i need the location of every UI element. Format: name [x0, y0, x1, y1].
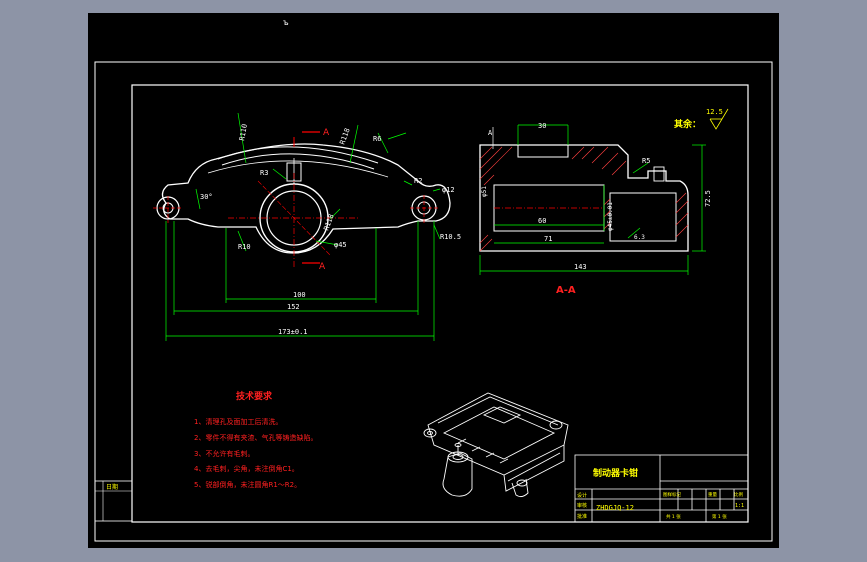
tech-req-item: 2、零件不得有夹渣、气孔等铸造缺陷。	[194, 433, 317, 442]
technical-requirements: 技术要求 1、清理孔及面加工后清洗。 2、零件不得有夹渣、气孔等铸造缺陷。 3、…	[194, 390, 317, 489]
dim-71: 71	[544, 235, 552, 243]
dim-phi45: φ45	[334, 241, 347, 249]
dim-r10: R10	[238, 243, 251, 251]
isometric-view	[423, 392, 569, 498]
tech-req-item: 3、不允许有毛刺。	[194, 449, 254, 458]
dim-72-5: 72.5	[704, 190, 712, 207]
dim-r118: R118	[338, 127, 351, 146]
dim-r11: R110	[238, 123, 249, 141]
section-view: A 30 60 71 143 72.5 R5 φ51 φ45±0.01 6.3 …	[479, 122, 712, 296]
title-block: 制动器卡钳 设计 审核 批准 ZHDGJQ-12 图样标记 重量 比例 1:1 …	[574, 454, 749, 523]
title-block-row-label: 批准	[577, 513, 587, 520]
dim-r3: R3	[260, 169, 268, 177]
dim-r2: R2	[414, 177, 422, 185]
dim-143: 143	[574, 263, 587, 271]
title-block-sheet-of: 第 1 张	[712, 513, 727, 520]
remaining-surfaces-label: 其余：	[674, 118, 701, 130]
left-margin-box: 日期	[94, 480, 133, 522]
title-block-row-label: 审核	[577, 502, 587, 509]
title-block-header: 图样标记	[663, 491, 681, 498]
section-marker-ref: A	[488, 129, 493, 137]
roughness-note: 其余： 12.5	[674, 108, 729, 130]
roughness-value: 12.5	[706, 108, 723, 116]
section-outline	[479, 144, 689, 252]
title-block-header: 重量	[708, 491, 717, 498]
dim-173: 173±0.1	[278, 328, 308, 336]
tech-req-heading: 技术要求	[236, 390, 273, 402]
dim-r10-5: R10.5	[440, 233, 461, 241]
dim-r6: R6	[373, 135, 381, 143]
tech-req-item: 1、清理孔及面加工后清洗。	[194, 417, 282, 426]
dim-30: 30	[538, 122, 546, 130]
section-dimension-lines	[479, 124, 706, 275]
dim-100: 100	[293, 291, 306, 299]
dim-phi51: φ51	[481, 186, 488, 197]
drawing-number: ZHDGJQ-12	[596, 504, 634, 512]
title-block-header: 比例	[734, 491, 743, 498]
dim-6-3: 6.3	[634, 234, 645, 241]
cursor-mark: ъ	[283, 18, 289, 27]
title-block-scale: 1:1	[735, 503, 744, 509]
dim-phi12: φ12	[442, 186, 455, 194]
dim-angle-30: 30°	[200, 193, 213, 201]
left-margin-label: 日期	[106, 483, 118, 491]
section-label: A-A	[556, 285, 576, 296]
section-hatching	[479, 146, 689, 252]
tech-req-item: 4、去毛刺，尖角，未注倒角C1。	[194, 464, 299, 473]
drawing-canvas: ъ 日期 A A 100 152 173±0.1 R10 R6 R3 R2 φ1…	[94, 18, 773, 542]
dim-60: 60	[538, 217, 546, 225]
section-slot	[517, 144, 569, 158]
dim-r5: R5	[642, 157, 650, 165]
title-block-sheet: 共 1 张	[666, 513, 681, 520]
cad-viewport[interactable]: ъ 日期 A A 100 152 173±0.1 R10 R6 R3 R2 φ1…	[88, 13, 779, 548]
section-marker-top: A	[323, 128, 330, 138]
dim-tol: φ45±0.01	[607, 202, 614, 231]
title-block-row-label: 设计	[577, 492, 587, 499]
dim-152: 152	[287, 303, 300, 311]
drawing-title: 制动器卡钳	[593, 467, 638, 479]
section-marker-bottom: A	[319, 262, 326, 272]
main-view: A A 100 152 173±0.1 R10 R6 R3 R2 φ12 φ45…	[153, 112, 461, 341]
tech-req-item: 5、锐部倒角，未注圆角R1～R2。	[194, 480, 301, 489]
